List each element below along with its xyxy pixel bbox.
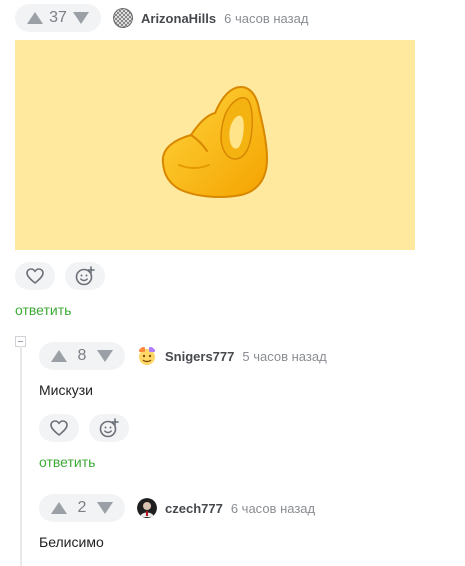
emoji-plus-icon — [99, 418, 119, 438]
author[interactable]: ArizonaHills — [113, 8, 216, 28]
author-name[interactable]: Snigers777 — [165, 349, 234, 364]
arrow-down-icon — [97, 502, 113, 514]
author-name[interactable]: czech777 — [165, 501, 223, 516]
author-name[interactable]: ArizonaHills — [141, 11, 216, 26]
add-reaction-button[interactable] — [89, 414, 129, 442]
thread-line[interactable] — [20, 346, 22, 566]
downvote-button[interactable] — [71, 8, 91, 28]
minus-square-icon — [18, 341, 23, 342]
downvote-button[interactable] — [95, 346, 115, 366]
timestamp[interactable]: 6 часов назад — [231, 501, 315, 516]
downvote-button[interactable] — [95, 498, 115, 518]
avatar[interactable] — [113, 8, 133, 28]
comment-actions — [39, 414, 129, 442]
author[interactable]: Snigers777 — [137, 346, 234, 366]
upvote-button[interactable] — [49, 498, 69, 518]
save-button[interactable] — [39, 414, 79, 442]
vote-count: 2 — [77, 499, 87, 516]
upvote-button[interactable] — [25, 8, 45, 28]
avatar[interactable] — [137, 346, 157, 366]
timestamp[interactable]: 6 часов назад — [224, 11, 308, 26]
heart-icon — [50, 420, 68, 436]
comment-text: Мискузи — [39, 382, 94, 398]
arrow-up-icon — [51, 350, 67, 362]
comment-text: Белисимо — [39, 534, 104, 550]
pinched-fingers-emoji — [161, 85, 269, 198]
avatar[interactable] — [137, 498, 157, 518]
comment-image[interactable] — [15, 40, 415, 250]
vote-control: 8 — [39, 342, 125, 370]
arrow-up-icon — [27, 12, 43, 24]
upvote-button[interactable] — [49, 346, 69, 366]
heart-icon — [26, 268, 44, 284]
comment-actions — [15, 262, 105, 290]
comment-header: 2 czech777 6 часов назад — [39, 494, 315, 522]
vote-control: 37 — [15, 4, 101, 32]
reply-link[interactable]: ответить — [15, 302, 71, 318]
timestamp[interactable]: 5 часов назад — [242, 349, 326, 364]
add-reaction-button[interactable] — [65, 262, 105, 290]
vote-count: 8 — [77, 347, 87, 364]
vote-control: 2 — [39, 494, 125, 522]
arrow-down-icon — [73, 12, 89, 24]
arrow-down-icon — [97, 350, 113, 362]
author[interactable]: czech777 — [137, 498, 223, 518]
comment-header: 37 ArizonaHills 6 часов назад — [15, 4, 308, 32]
emoji-plus-icon — [75, 266, 95, 286]
reply-link[interactable]: ответить — [39, 454, 95, 470]
save-button[interactable] — [15, 262, 55, 290]
comment-header: 8 Snigers777 5 часов назад — [39, 342, 327, 370]
vote-count: 37 — [49, 9, 67, 26]
arrow-up-icon — [51, 502, 67, 514]
